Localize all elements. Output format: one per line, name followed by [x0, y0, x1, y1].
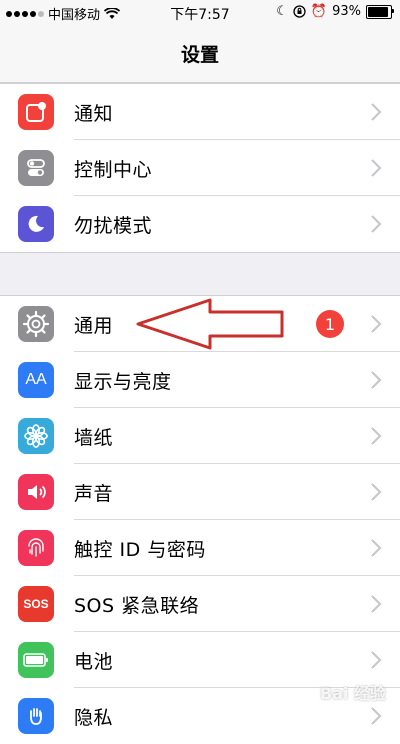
- watermark: Bai 经验: [319, 684, 386, 703]
- annotation-arrow: [136, 298, 284, 350]
